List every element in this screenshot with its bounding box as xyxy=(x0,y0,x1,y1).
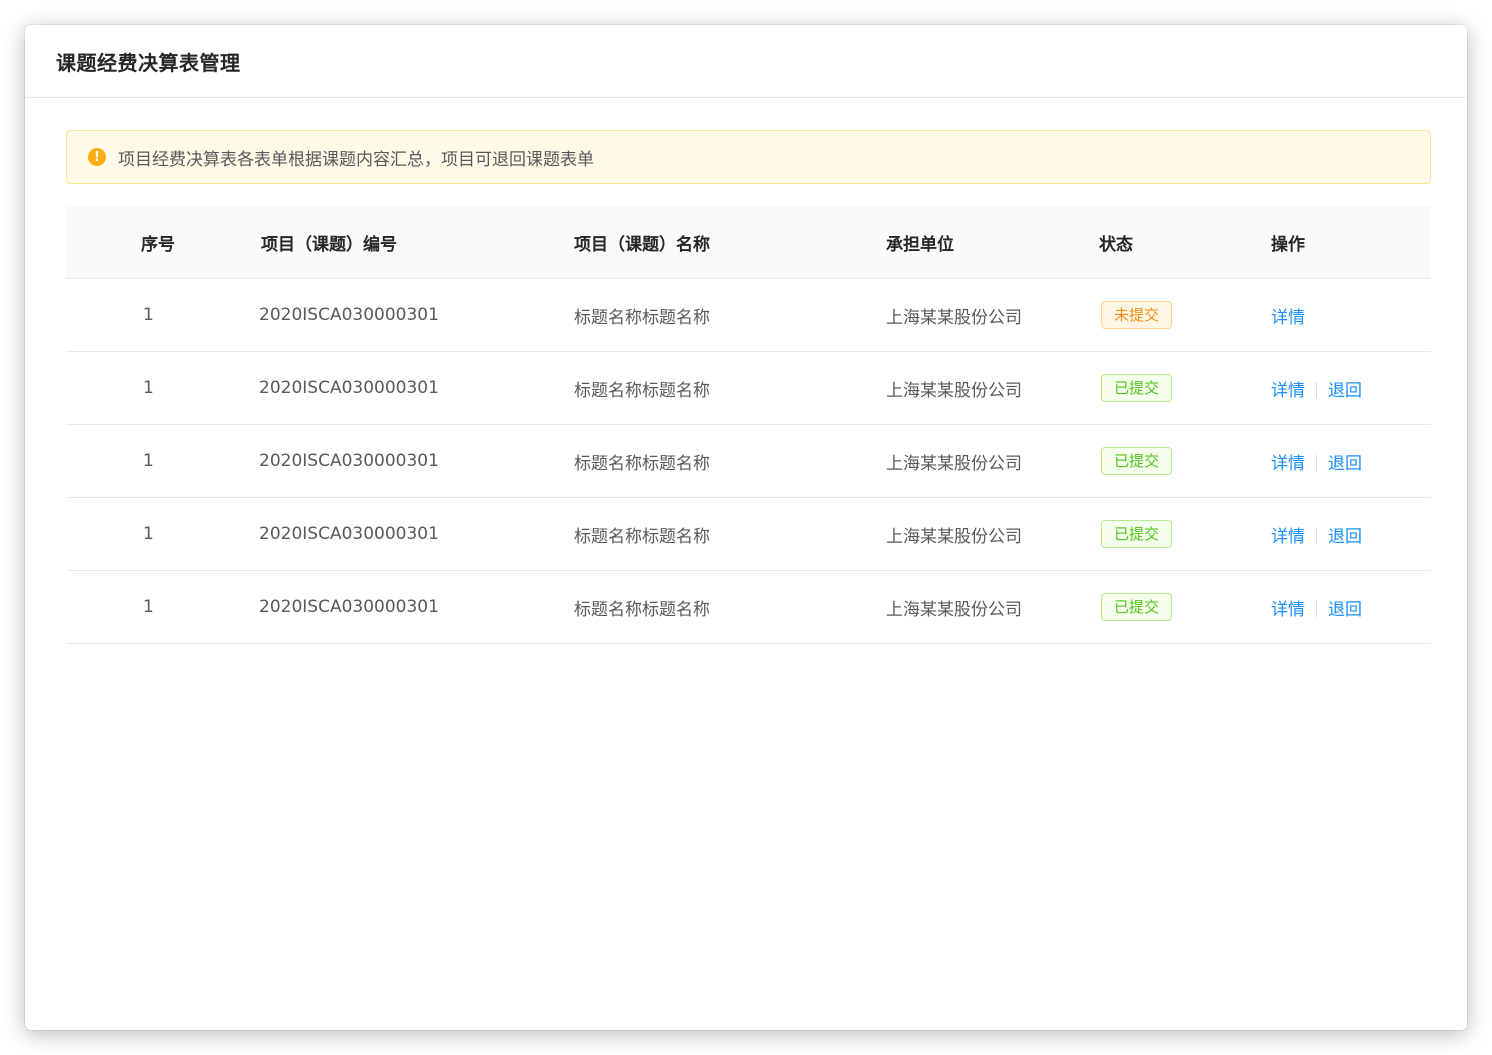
status-badge: 未提交 xyxy=(1101,301,1173,329)
details-link[interactable]: 详情 xyxy=(1271,527,1305,547)
info-alert: ! 项目经费决算表各表单根据课题内容汇总，项目可退回课题表单 xyxy=(66,130,1431,184)
cell-status: 已提交 xyxy=(1099,593,1271,621)
column-header-name: 项目（课题）名称 xyxy=(574,234,710,255)
details-link[interactable]: 详情 xyxy=(1271,308,1305,328)
table-header: 序号 项目（课题）编号 项目（课题）名称 承担单位 状态 操作 xyxy=(66,206,1431,279)
column-header-actions: 操作 xyxy=(1271,234,1305,255)
return-link[interactable]: 退回 xyxy=(1328,600,1362,620)
cell-actions: 详情 退回 xyxy=(1271,595,1431,620)
cell-actions: 详情 退回 xyxy=(1271,376,1431,401)
status-badge: 已提交 xyxy=(1101,593,1173,621)
cell-code: 2020ISCA030000301 xyxy=(259,378,439,398)
action-divider xyxy=(1316,527,1317,544)
cell-code: 2020ISCA030000301 xyxy=(259,597,439,617)
cell-unit: 上海某某股份公司 xyxy=(886,453,1022,474)
table-row: 1 2020ISCA030000301 标题名称标题名称 上海某某股份公司 已提… xyxy=(66,571,1431,644)
page-header: 课题经费决算表管理 xyxy=(25,25,1467,98)
table-row: 1 2020ISCA030000301 标题名称标题名称 上海某某股份公司 未提… xyxy=(66,279,1431,352)
main-window: 课题经费决算表管理 ! 项目经费决算表各表单根据课题内容汇总，项目可退回课题表单… xyxy=(25,25,1467,1030)
cell-name: 标题名称标题名称 xyxy=(574,526,710,547)
action-divider xyxy=(1316,381,1317,398)
cell-unit: 上海某某股份公司 xyxy=(886,380,1022,401)
cell-index: 1 xyxy=(143,305,154,325)
cell-index: 1 xyxy=(143,597,154,617)
column-header-status: 状态 xyxy=(1099,234,1133,255)
cell-unit: 上海某某股份公司 xyxy=(886,307,1022,328)
status-badge: 已提交 xyxy=(1101,374,1173,402)
status-badge: 已提交 xyxy=(1101,447,1173,475)
cell-name: 标题名称标题名称 xyxy=(574,599,710,620)
cell-index: 1 xyxy=(143,378,154,398)
cell-actions: 详情 xyxy=(1271,303,1431,328)
cell-name: 标题名称标题名称 xyxy=(574,453,710,474)
status-badge: 已提交 xyxy=(1101,520,1173,548)
column-header-code: 项目（课题）编号 xyxy=(261,234,397,255)
details-link[interactable]: 详情 xyxy=(1271,600,1305,620)
table-row: 1 2020ISCA030000301 标题名称标题名称 上海某某股份公司 已提… xyxy=(66,352,1431,425)
return-link[interactable]: 退回 xyxy=(1328,381,1362,401)
action-divider xyxy=(1316,600,1317,617)
cell-unit: 上海某某股份公司 xyxy=(886,599,1022,620)
cell-code: 2020ISCA030000301 xyxy=(259,451,439,471)
column-header-unit: 承担单位 xyxy=(886,234,954,255)
cell-actions: 详情 退回 xyxy=(1271,449,1431,474)
data-table: 序号 项目（课题）编号 项目（课题）名称 承担单位 状态 操作 1 2020IS… xyxy=(66,206,1431,644)
action-divider xyxy=(1316,454,1317,471)
column-header-index: 序号 xyxy=(141,234,175,255)
details-link[interactable]: 详情 xyxy=(1271,454,1305,474)
cell-name: 标题名称标题名称 xyxy=(574,307,710,328)
details-link[interactable]: 详情 xyxy=(1271,381,1305,401)
cell-code: 2020ISCA030000301 xyxy=(259,524,439,544)
cell-code: 2020ISCA030000301 xyxy=(259,305,439,325)
table-body: 1 2020ISCA030000301 标题名称标题名称 上海某某股份公司 未提… xyxy=(66,279,1431,644)
alert-text: 项目经费决算表各表单根据课题内容汇总，项目可退回课题表单 xyxy=(118,149,594,170)
cell-index: 1 xyxy=(143,524,154,544)
cell-index: 1 xyxy=(143,451,154,471)
page-title: 课题经费决算表管理 xyxy=(56,50,241,75)
warning-circle-icon: ! xyxy=(88,148,106,166)
table-row: 1 2020ISCA030000301 标题名称标题名称 上海某某股份公司 已提… xyxy=(66,498,1431,571)
cell-name: 标题名称标题名称 xyxy=(574,380,710,401)
cell-status: 未提交 xyxy=(1099,301,1271,329)
cell-status: 已提交 xyxy=(1099,520,1271,548)
cell-unit: 上海某某股份公司 xyxy=(886,526,1022,547)
cell-status: 已提交 xyxy=(1099,447,1271,475)
cell-status: 已提交 xyxy=(1099,374,1271,402)
return-link[interactable]: 退回 xyxy=(1328,527,1362,547)
cell-actions: 详情 退回 xyxy=(1271,522,1431,547)
return-link[interactable]: 退回 xyxy=(1328,454,1362,474)
table-row: 1 2020ISCA030000301 标题名称标题名称 上海某某股份公司 已提… xyxy=(66,425,1431,498)
